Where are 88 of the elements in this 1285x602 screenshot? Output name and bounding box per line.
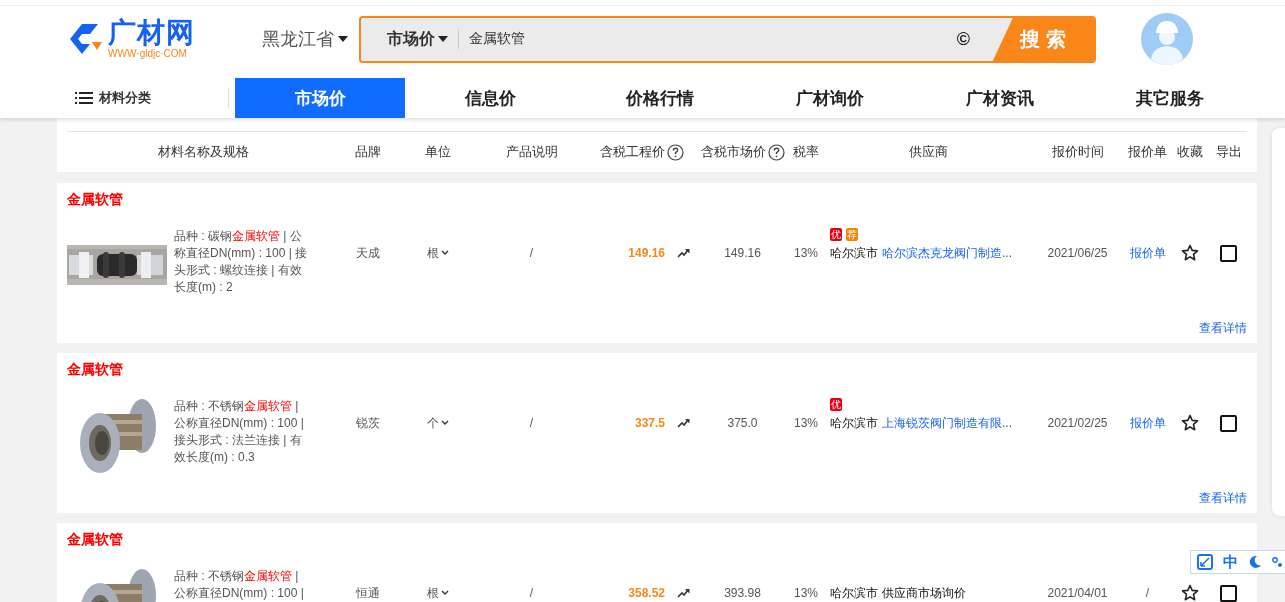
supplier-badge: 荐 — [846, 227, 858, 241]
search-text: 金属软管 — [468, 30, 526, 48]
export-checkbox[interactable] — [1220, 584, 1237, 602]
engineering-price: 337.5 — [634, 416, 665, 430]
quote-text: / — [1144, 586, 1151, 600]
material-description: 品种 : 不锈钢金属软管 | 公称直径DN(mm) : 100 | — [174, 568, 305, 602]
market-price: 393.98 — [723, 586, 762, 600]
punctuation-icon[interactable] — [1272, 555, 1282, 569]
column-header: 报价单 — [1128, 143, 1167, 161]
logo-name: 广材网 — [108, 19, 195, 47]
column-header: 材料名称及规格 — [158, 143, 249, 161]
category-menu[interactable]: 材料分类 — [0, 89, 171, 107]
engineering-price: 149.16 — [628, 246, 665, 260]
material-title[interactable]: 金属软管 — [67, 529, 123, 549]
material-description: 品种 : 碳钢金属软管 | 公称直径DN(mm) : 100 | 接头形式 : 螺纹连接 | 有效长度(m) : 2 — [174, 228, 309, 296]
chevron-icon — [440, 590, 449, 596]
supplier-name: 供应商市场询价 — [882, 584, 966, 602]
nav-tab[interactable]: 广材询价 — [745, 78, 915, 118]
column-header: 税率 — [793, 143, 819, 161]
unit-dropdown[interactable]: 根 — [395, 244, 480, 262]
column-header: 含税工程价 — [599, 143, 665, 161]
supplier-badge: 优 — [830, 227, 842, 241]
material-description: 品种 : 不锈钢金属软管 | 公称直径DN(mm) : 100 | 接头形式 : 法兰连接 | 有效长度(m) : 0.3 — [174, 398, 305, 466]
search-field[interactable]: 市场价 金属软管 © 搜索 — [359, 15, 1096, 63]
trend-icon[interactable] — [677, 588, 690, 598]
nav-tab[interactable]: 市场价 — [235, 78, 405, 118]
column-header: 产品说明 — [505, 143, 558, 161]
brand-text: 锐茨 — [354, 414, 381, 432]
supplier-city: 哈尔滨市 — [830, 414, 878, 432]
column-header: 含税市场价 — [700, 143, 766, 161]
ime-mode[interactable]: 中 — [1223, 552, 1238, 572]
export-checkbox[interactable] — [1220, 414, 1237, 432]
star-icon[interactable] — [1181, 244, 1199, 262]
column-header: 单位 — [424, 143, 451, 161]
brand-text: 天成 — [354, 244, 381, 262]
chevron-icon — [440, 420, 449, 426]
star-icon[interactable] — [1181, 584, 1199, 602]
supplier-link[interactable]: 哈尔滨杰克龙阀门制造... — [882, 244, 1012, 262]
supplier-city: 哈尔滨市 — [830, 584, 878, 602]
chevron-icon — [440, 250, 449, 256]
moon-icon[interactable] — [1248, 555, 1262, 569]
column-header: 品牌 — [354, 143, 381, 161]
nav-tab[interactable]: 其它服务 — [1085, 78, 1255, 118]
column-header: 供应商 — [909, 143, 948, 161]
product-note: / — [528, 246, 535, 260]
material-title[interactable]: 金属软管 — [67, 359, 123, 379]
trend-icon[interactable] — [677, 418, 690, 428]
unit-dropdown[interactable]: 根 — [395, 584, 480, 602]
clear-glyph[interactable]: © — [956, 28, 970, 50]
star-icon[interactable] — [1181, 414, 1199, 432]
logo-url: WWW·gldjc·COM — [108, 49, 188, 59]
trend-icon[interactable] — [677, 248, 690, 258]
engineering-price: 358.52 — [628, 586, 665, 600]
market-price: 375.0 — [726, 416, 759, 430]
quote-date: 2021/02/25 — [1046, 416, 1109, 430]
column-header: 报价时间 — [1051, 143, 1104, 161]
nav-tab[interactable]: 价格行情 — [575, 78, 745, 118]
logo-icon — [68, 22, 104, 56]
help-icon[interactable] — [666, 143, 684, 161]
help-icon[interactable] — [767, 143, 785, 161]
quote-link[interactable]: 报价单 — [1125, 414, 1170, 432]
material-title[interactable]: 金属软管 — [67, 189, 123, 209]
caret-icon — [438, 36, 448, 42]
supplier-badge: 优 — [830, 397, 842, 411]
details-link[interactable]: 查看详情 — [1199, 320, 1247, 337]
nav-tab[interactable]: 广材资讯 — [915, 78, 1085, 118]
column-header: 导出 — [1215, 143, 1242, 161]
market-price: 149.16 — [723, 246, 762, 260]
product-note: / — [528, 586, 535, 600]
export-checkbox[interactable] — [1220, 244, 1237, 262]
nav-tab[interactable]: 信息价 — [405, 78, 575, 118]
supplier-city: 哈尔滨市 — [830, 244, 878, 262]
supplier-link[interactable]: 上海锐茨阀门制造有限... — [882, 414, 1012, 432]
quote-date: 2021/04/01 — [1046, 586, 1109, 600]
menu-icon — [75, 92, 93, 104]
unit-dropdown[interactable]: 个 — [395, 414, 480, 432]
tax-rate: 13% — [793, 246, 819, 260]
quote-date: 2021/06/25 — [1046, 246, 1109, 260]
caret-icon — [338, 36, 348, 42]
quote-link[interactable]: 报价单 — [1125, 244, 1170, 262]
search-type-dropdown[interactable]: 市场价 — [361, 29, 459, 49]
tax-rate: 13% — [793, 416, 819, 430]
tax-rate: 13% — [793, 586, 819, 600]
details-link[interactable]: 查看详情 — [1199, 490, 1247, 507]
column-header: 收藏 — [1177, 143, 1203, 161]
brand-text: 恒通 — [354, 584, 381, 602]
product-note: / — [528, 416, 535, 430]
province-selector[interactable]: 黑龙江省 — [262, 27, 359, 51]
